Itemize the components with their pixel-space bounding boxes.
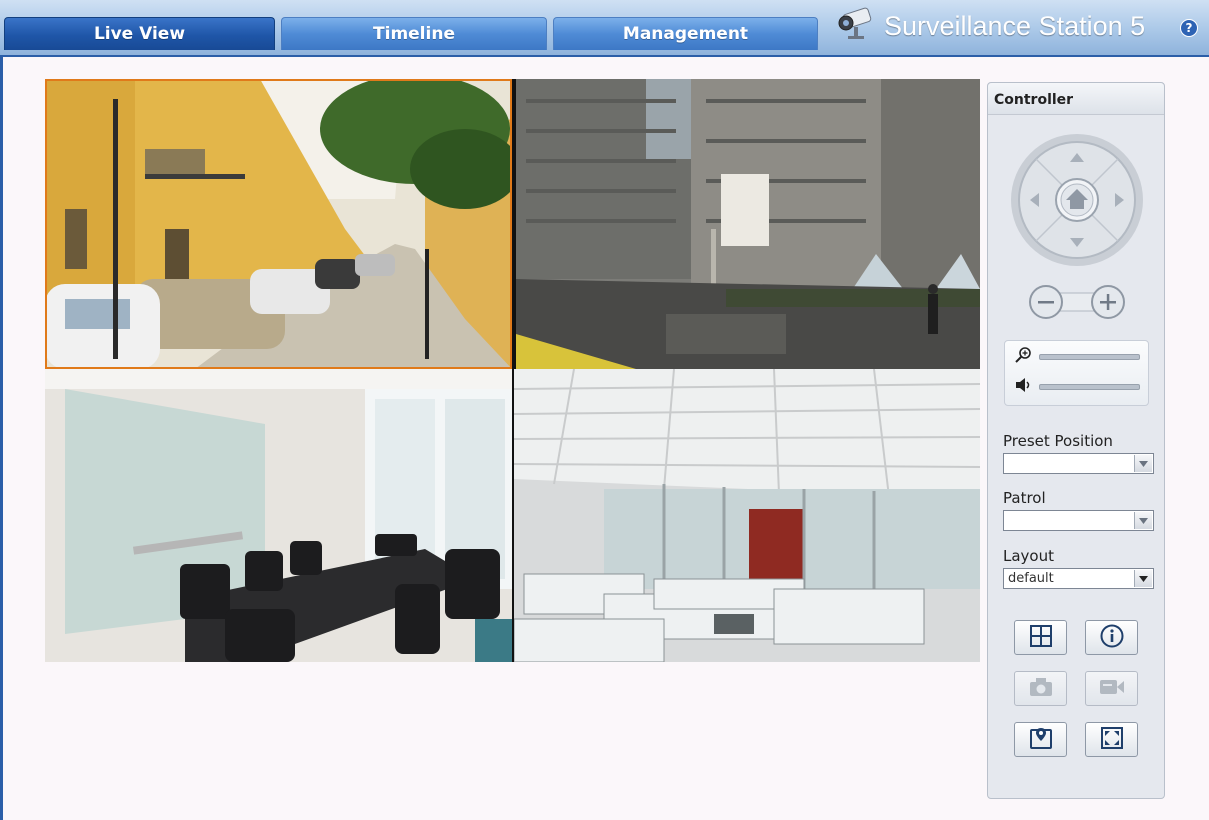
volume-slider[interactable] xyxy=(1015,377,1140,397)
help-icon[interactable]: ? xyxy=(1180,19,1198,37)
frame-edge xyxy=(0,57,3,820)
chevron-down-icon xyxy=(1134,455,1152,472)
layout-grid-button[interactable] xyxy=(1014,620,1067,655)
layout-label: Layout xyxy=(1003,547,1054,565)
cctv-camera-icon xyxy=(836,7,874,45)
info-icon xyxy=(1100,624,1124,652)
camera-grid xyxy=(45,79,980,662)
magnifier-zoom-icon xyxy=(1015,347,1033,367)
camera-view-2[interactable] xyxy=(516,79,980,369)
patrol-label: Patrol xyxy=(1003,489,1046,507)
camera-icon xyxy=(1029,677,1053,701)
speaker-icon xyxy=(1015,377,1033,397)
ptz-control[interactable] xyxy=(1010,133,1144,267)
zoom-control xyxy=(1026,283,1128,321)
app-title: Surveillance Station 5 xyxy=(884,10,1146,41)
tab-timeline[interactable]: Timeline xyxy=(281,17,547,50)
controller-title: Controller xyxy=(988,83,1164,115)
controller-panel: Controller Preset Position Patrol Layout… xyxy=(987,82,1165,799)
camera-view-4[interactable] xyxy=(514,369,980,662)
preset-position-select[interactable] xyxy=(1003,453,1154,474)
preset-position-label: Preset Position xyxy=(1003,432,1113,450)
emap-button[interactable] xyxy=(1014,722,1067,757)
brand: Surveillance Station 5 xyxy=(836,6,1145,46)
chevron-down-icon xyxy=(1134,512,1152,529)
layout-select[interactable]: default xyxy=(1003,568,1154,589)
info-button[interactable] xyxy=(1085,620,1138,655)
patrol-select[interactable] xyxy=(1003,510,1154,531)
zoom-slider[interactable] xyxy=(1015,347,1140,367)
zoom-volume-sliders xyxy=(1004,340,1149,406)
map-pin-icon xyxy=(1029,726,1053,754)
snapshot-button[interactable] xyxy=(1014,671,1067,706)
fullscreen-icon xyxy=(1100,726,1124,754)
grid-icon xyxy=(1029,624,1052,651)
camera-view-1[interactable] xyxy=(45,79,512,369)
zoom-in-button xyxy=(1091,285,1125,319)
video-icon xyxy=(1099,678,1125,700)
layout-value: default xyxy=(1008,571,1054,586)
tab-live-view[interactable]: Live View xyxy=(4,17,275,50)
tab-management[interactable]: Management xyxy=(553,17,818,50)
camera-view-3[interactable] xyxy=(45,369,512,662)
top-navigation-bar: Live View Timeline Management Surveillan… xyxy=(0,0,1209,57)
zoom-out-button xyxy=(1029,285,1063,319)
record-button[interactable] xyxy=(1085,671,1138,706)
chevron-down-icon xyxy=(1134,570,1152,587)
fullscreen-button[interactable] xyxy=(1085,722,1138,757)
